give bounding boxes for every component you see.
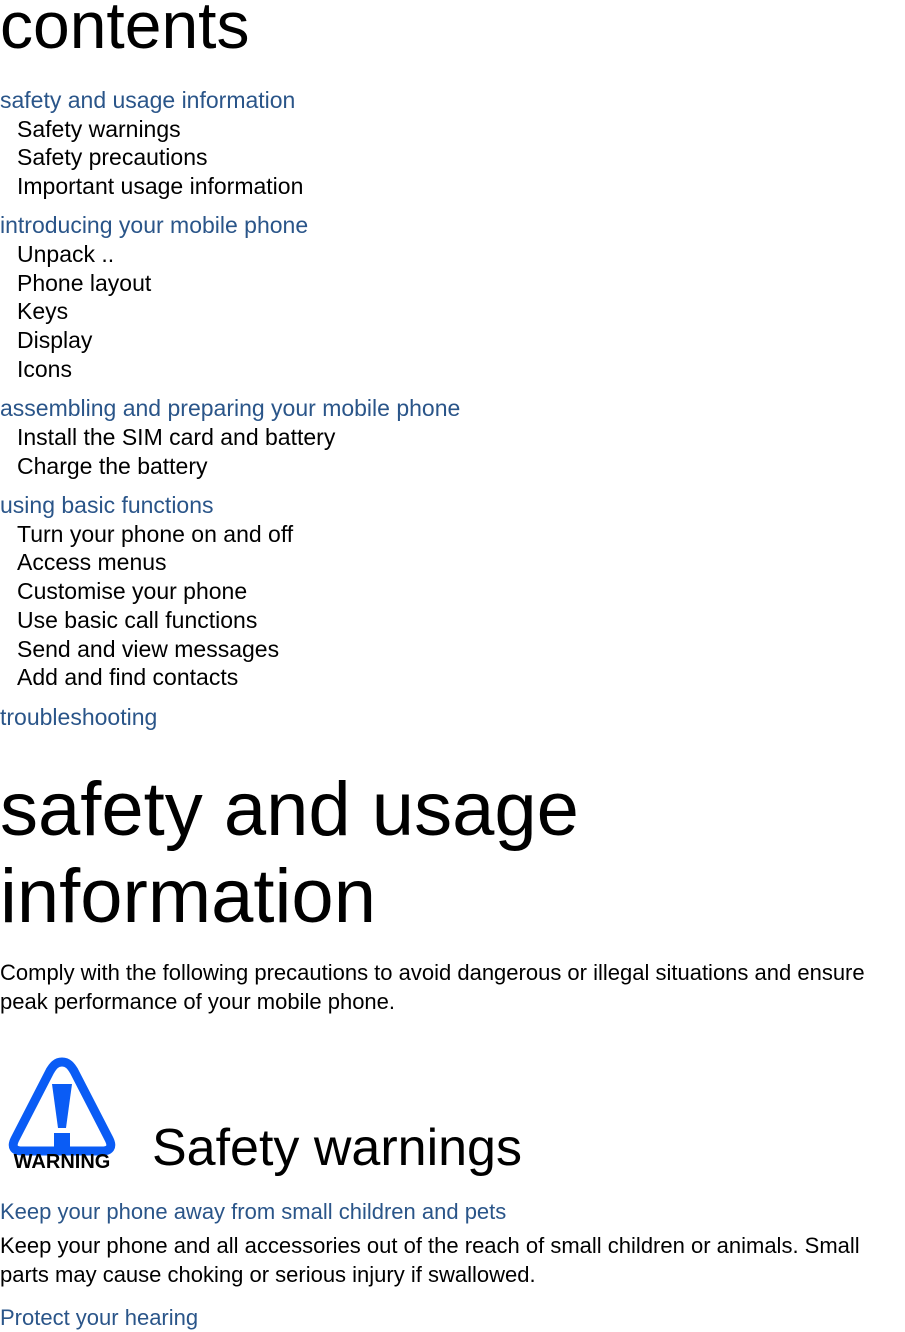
toc-item[interactable]: Important usage information	[17, 172, 303, 200]
safety-warnings-heading: Safety warnings	[152, 1119, 522, 1177]
toc-item[interactable]: Charge the battery	[17, 452, 208, 480]
toc-item[interactable]: Add and find contacts	[17, 663, 238, 691]
warning-title: Keep your phone away from small children…	[0, 1199, 507, 1224]
chapter-title-line1: safety and usage	[0, 767, 579, 852]
toc-item[interactable]: Access menus	[17, 548, 167, 576]
chapter-title-line2: information	[0, 854, 376, 939]
toc-item[interactable]: Icons	[17, 355, 72, 383]
chapter-intro: Comply with the following precautions to…	[0, 960, 865, 1014]
toc-item[interactable]: Send and view messages	[17, 635, 279, 663]
toc-item[interactable]: Safety warnings	[17, 115, 181, 143]
warning-body: Keep your phone and all accessories out …	[0, 1233, 860, 1287]
toc-item[interactable]: Unpack ..	[17, 240, 114, 268]
toc-section-basic-functions[interactable]: using basic functions	[0, 491, 214, 519]
toc-item[interactable]: Turn your phone on and off	[17, 520, 293, 548]
toc-item[interactable]: Display	[17, 326, 92, 354]
toc-item[interactable]: Phone layout	[17, 269, 151, 297]
toc-item[interactable]: Customise your phone	[17, 577, 247, 605]
toc-item[interactable]: Safety precautions	[17, 143, 208, 171]
warning-icon-label: WARNING	[14, 1151, 111, 1172]
toc-section-troubleshooting[interactable]: troubleshooting	[0, 703, 157, 731]
toc-item[interactable]: Keys	[17, 297, 68, 325]
toc-item[interactable]: Use basic call functions	[17, 606, 257, 634]
warning-icon: WARNING	[0, 1054, 125, 1173]
warning-title: Protect your hearing	[0, 1305, 199, 1330]
toc-section-assembling[interactable]: assembling and preparing your mobile pho…	[0, 394, 460, 422]
contents-title: contents	[0, 0, 250, 62]
toc-section-safety[interactable]: safety and usage information	[0, 86, 295, 114]
toc-item[interactable]: Install the SIM card and battery	[17, 423, 335, 451]
toc-section-introducing[interactable]: introducing your mobile phone	[0, 211, 308, 239]
